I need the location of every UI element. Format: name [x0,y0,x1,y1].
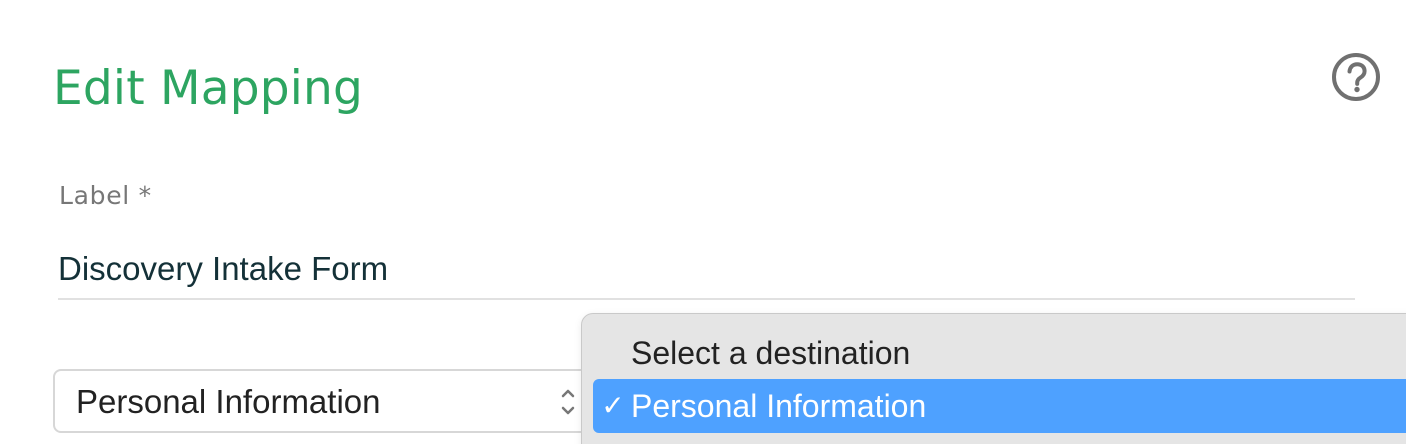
dropdown-selected-label: Personal Information [631,388,927,424]
updown-chevron-icon [561,389,575,415]
destination-dropdown-menu: Select a destination ✓ Personal Informat… [581,313,1406,444]
check-icon: ✓ [601,390,625,421]
edit-mapping-page: Edit Mapping Label * Personal Informatio… [0,0,1406,444]
label-input[interactable] [58,240,1355,300]
question-circle-icon [1332,53,1380,101]
label-field-label: Label * [59,181,152,210]
help-button[interactable] [1330,51,1382,103]
destination-select[interactable]: Personal Information [53,369,613,433]
dropdown-option-select-a-destination[interactable]: Select a destination [631,333,910,373]
destination-select-value: Personal Information [76,383,381,420]
dropdown-option-personal-information[interactable]: ✓ Personal Information [593,379,1406,433]
page-title: Edit Mapping [53,61,364,116]
